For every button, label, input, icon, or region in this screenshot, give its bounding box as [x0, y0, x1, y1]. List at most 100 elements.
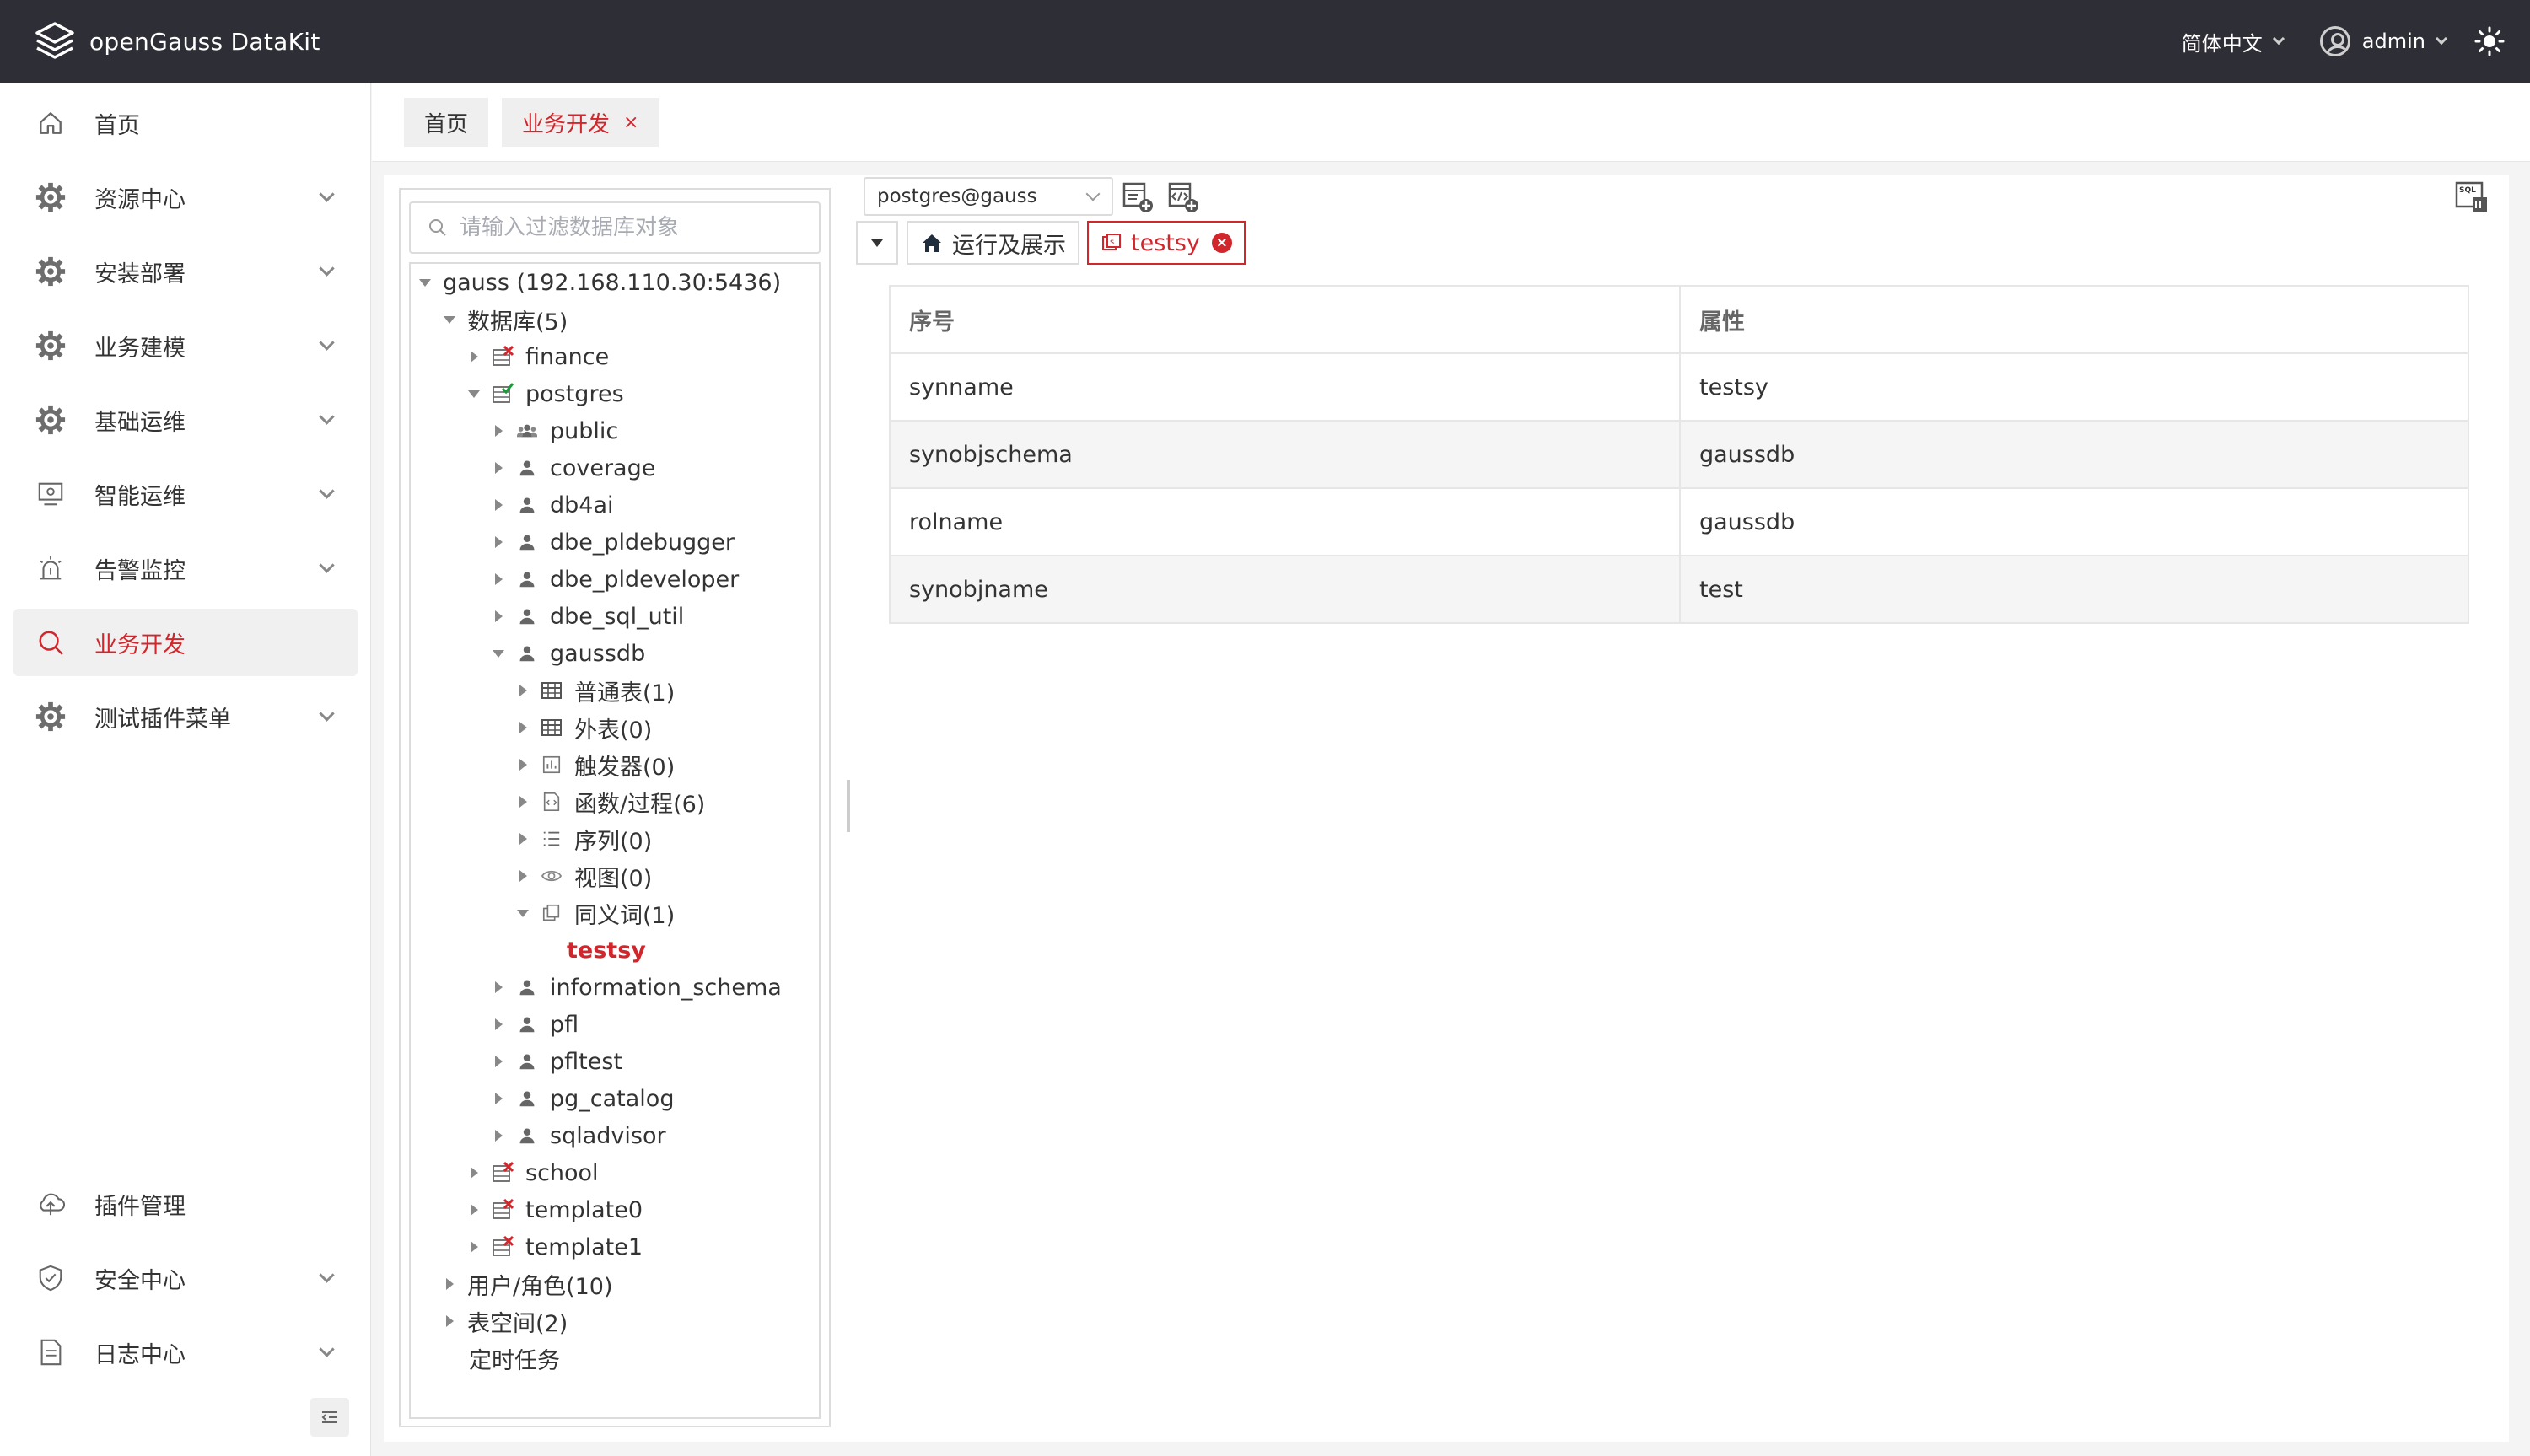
sidebar-item-home[interactable]: 首页 [13, 89, 358, 157]
tree-node[interactable]: 普通表(1) [517, 674, 675, 707]
tree-node[interactable]: 函数/过程(6) [517, 785, 705, 819]
caret-right-icon[interactable] [519, 870, 527, 882]
caret-right-icon[interactable] [495, 1130, 503, 1142]
gear-icon [34, 180, 67, 214]
tree-node[interactable]: coverage [493, 451, 655, 485]
tree-node[interactable]: dbe_sql_util [493, 599, 684, 633]
sidebar-item-intelligent-ops[interactable]: 智能运维 [13, 460, 358, 528]
tree-node[interactable]: 视图(0) [517, 859, 652, 893]
sidebar-item-install-deploy[interactable]: 安装部署 [13, 238, 358, 305]
tab-list-dropdown[interactable] [856, 221, 898, 265]
caret-right-icon[interactable] [446, 1315, 454, 1327]
language-selector[interactable]: 简体中文 [2182, 27, 2285, 56]
tree-node[interactable]: template0 [468, 1193, 643, 1227]
page-tab-label: 首页 [424, 111, 469, 137]
tree-filter[interactable] [409, 201, 821, 254]
tree-node[interactable]: pfl [493, 1007, 579, 1041]
tree-node[interactable]: 表空间(2) [444, 1304, 568, 1338]
column-header: 属性 [1679, 285, 2469, 354]
caret-right-icon[interactable] [495, 981, 503, 993]
caret-down-icon[interactable] [517, 909, 529, 917]
tree-node[interactable]: gauss (192.168.110.30:5436) [419, 266, 781, 299]
caret-right-icon[interactable] [471, 1204, 478, 1216]
sidebar-item-security-center[interactable]: 安全中心 [13, 1244, 358, 1312]
tree-node-selected[interactable]: testsy [541, 933, 646, 967]
tree-node[interactable]: 外表(0) [517, 711, 652, 744]
table-cell: synobjschema [889, 420, 1681, 489]
sidebar-item-resource-center[interactable]: 资源中心 [13, 164, 358, 231]
panel-resize-handle[interactable] [847, 780, 850, 832]
tree-filter-input[interactable] [460, 215, 814, 240]
tree-node[interactable]: public [493, 414, 618, 448]
tree-node-label: 普通表(1) [574, 680, 676, 707]
tree-node[interactable]: 数据库(5) [444, 303, 568, 336]
theme-toggle-icon[interactable] [2474, 26, 2505, 56]
tree-node[interactable]: school [468, 1156, 599, 1190]
sidebar-item-business-dev[interactable]: 业务开发 [13, 609, 358, 676]
caret-right-icon[interactable] [495, 499, 503, 511]
sql-history-icon[interactable]: SQL [2454, 180, 2490, 214]
tree-node[interactable]: sqladvisor [493, 1119, 666, 1152]
column-header: 序号 [889, 285, 1681, 354]
caret-right-icon[interactable] [471, 1241, 478, 1253]
chevron-down-icon [319, 556, 335, 573]
tree-node[interactable]: template1 [468, 1230, 643, 1264]
tree-node[interactable]: postgres [468, 377, 624, 411]
tree-node[interactable]: 同义词(1) [517, 896, 675, 930]
sidebar-item-basic-ops[interactable]: 基础运维 [13, 386, 358, 454]
caret-down-icon[interactable] [419, 278, 431, 287]
collapse-sidebar-button[interactable] [310, 1398, 349, 1437]
tree-node[interactable]: 用户/角色(10) [444, 1267, 613, 1301]
caret-right-icon[interactable] [519, 759, 527, 771]
tab-testsy[interactable]: s testsy × [1087, 221, 1246, 265]
tree-node[interactable]: gaussdb [493, 637, 645, 670]
sidebar-item-business-modeling[interactable]: 业务建模 [13, 312, 358, 379]
tree-node[interactable]: information_schema [493, 970, 782, 1004]
tab-run-and-display[interactable]: 运行及展示 [907, 221, 1079, 265]
caret-down-icon[interactable] [493, 649, 504, 658]
caret-right-icon[interactable] [495, 610, 503, 622]
caret-right-icon[interactable] [495, 462, 503, 474]
caret-right-icon[interactable] [446, 1278, 454, 1290]
caret-down-icon[interactable] [468, 390, 480, 398]
caret-right-icon[interactable] [519, 722, 527, 733]
caret-right-icon[interactable] [495, 1018, 503, 1030]
user-icon [516, 605, 538, 627]
new-query-icon[interactable] [1122, 180, 1155, 214]
sidebar: 首页资源中心安装部署业务建模基础运维 智能运维告警监控业务开发测试插件菜单 插件管理… [0, 83, 371, 1456]
caret-down-icon[interactable] [444, 315, 455, 324]
tree-node[interactable]: dbe_pldeveloper [493, 562, 739, 596]
tree-node[interactable]: pg_catalog [493, 1082, 674, 1115]
close-icon[interactable]: × [623, 112, 638, 133]
tree-node[interactable]: 序列(0) [517, 822, 652, 856]
tree-node[interactable]: dbe_pldebugger [493, 525, 735, 559]
sidebar-item-test-plugin-menu[interactable]: 测试插件菜单 [13, 683, 358, 750]
close-icon[interactable]: × [1211, 233, 1232, 253]
new-code-icon[interactable] [1167, 180, 1201, 214]
caret-right-icon[interactable] [471, 1167, 478, 1179]
page-tab-label: 业务开发 [522, 111, 611, 137]
caret-right-icon[interactable] [495, 1056, 503, 1067]
caret-right-icon[interactable] [495, 573, 503, 585]
caret-right-icon[interactable] [495, 425, 503, 437]
user-menu[interactable]: admin [2319, 26, 2448, 56]
plugin-icon [34, 1187, 67, 1221]
caret-right-icon[interactable] [495, 536, 503, 548]
tree-node[interactable]: 触发器(0) [517, 748, 675, 782]
caret-right-icon[interactable] [519, 685, 527, 696]
tree-node[interactable]: 定时任务 [444, 1341, 560, 1375]
tree-node[interactable]: db4ai [493, 488, 614, 522]
caret-right-icon[interactable] [471, 351, 478, 363]
caret-right-icon[interactable] [495, 1093, 503, 1104]
chevron-down-icon [319, 482, 335, 499]
sidebar-item-alarm-monitor[interactable]: 告警监控 [13, 535, 358, 602]
page-tab-business-dev[interactable]: 业务开发 × [502, 98, 659, 147]
tree-node[interactable]: finance [468, 340, 609, 373]
sidebar-item-log-center[interactable]: 日志中心 [13, 1319, 358, 1386]
connection-select[interactable]: postgres@gauss [864, 177, 1113, 216]
sidebar-item-plugin-management[interactable]: 插件管理 [13, 1170, 358, 1238]
caret-right-icon[interactable] [519, 833, 527, 845]
caret-right-icon[interactable] [519, 796, 527, 808]
tree-node[interactable]: pfltest [493, 1045, 622, 1078]
page-tab-home[interactable]: 首页 [404, 98, 489, 147]
